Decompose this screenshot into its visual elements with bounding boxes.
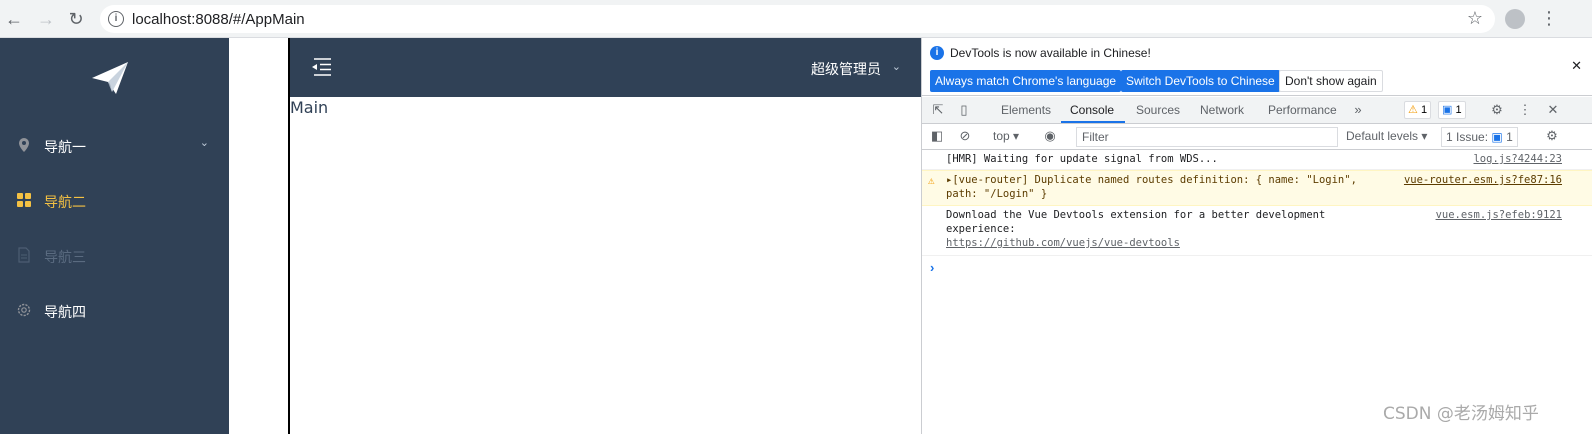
close-icon[interactable]: ✕ — [1571, 58, 1582, 74]
app-page: 导航一 ⌄ 导航二 导航三 导航四 超级管理员 ⌄ Main — [0, 38, 921, 434]
more-tabs-icon[interactable]: » — [1350, 102, 1366, 118]
top-header: 超级管理员 ⌄ — [290, 38, 921, 97]
console-output: [HMR] Waiting for update signal from WDS… — [922, 150, 1592, 278]
browser-toolbar: ← → ↻ i localhost:8088/#/AppMain ☆ ⋮ — [0, 0, 1592, 38]
message-count: 1 — [1455, 104, 1462, 116]
message-body: Download the Vue Devtools extension for … — [946, 209, 1326, 235]
log-levels-value: Default levels — [1346, 129, 1419, 143]
sidebar-item-nav4[interactable]: 导航四 — [0, 283, 229, 338]
message-source-link[interactable]: vue-router.esm.js?fe87:16 — [1404, 173, 1562, 187]
dont-show-again-button[interactable]: Don't show again — [1279, 70, 1383, 92]
issues-count: 1 — [1506, 130, 1513, 144]
sidebar-item-label: 导航四 — [44, 305, 86, 321]
url-text: localhost:8088/#/AppMain — [132, 11, 305, 28]
context-selector[interactable]: top ▾ — [993, 129, 1019, 143]
sidebar-item-nav3: 导航三 — [0, 228, 229, 283]
main-container: 超级管理员 ⌄ Main — [288, 38, 921, 434]
eye-icon[interactable]: ◉ — [1042, 128, 1058, 144]
sidebar-item-label: 导航二 — [44, 195, 86, 211]
chevron-down-icon[interactable]: ⌄ — [892, 60, 901, 73]
tab-console[interactable]: Console — [1070, 103, 1114, 117]
filter-input[interactable]: Filter — [1076, 127, 1338, 147]
address-bar[interactable]: i localhost:8088/#/AppMain ☆ — [100, 5, 1495, 33]
user-dropdown[interactable]: 超级管理员 — [811, 59, 881, 79]
chevron-down-icon: ⌄ — [199, 137, 209, 149]
infobar-message: DevTools is now available in Chinese! — [950, 46, 1151, 60]
inspect-element-icon[interactable]: ⇱ — [930, 102, 946, 118]
paper-plane-logo-icon — [92, 62, 128, 94]
active-tab-indicator — [1061, 121, 1125, 123]
info-icon: i — [930, 46, 944, 60]
warnings-badge[interactable]: ⚠ 1 — [1404, 101, 1432, 119]
location-icon — [19, 138, 29, 152]
reload-icon[interactable]: ↻ — [66, 9, 86, 29]
profile-avatar[interactable] — [1505, 9, 1525, 29]
devtools-menu-icon[interactable]: ⋮ — [1517, 102, 1533, 118]
devtools-tabbar: ⇱ ▯ Elements Console Sources Network Per… — [922, 97, 1592, 124]
browser-menu-icon[interactable]: ⋮ — [1540, 8, 1558, 29]
always-match-language-button[interactable]: Always match Chrome's language — [930, 70, 1122, 92]
switch-to-chinese-button[interactable]: Switch DevTools to Chinese — [1121, 70, 1280, 92]
language-infobar: i DevTools is now available in Chinese! … — [922, 38, 1592, 96]
clear-console-icon[interactable]: ⊘ — [957, 128, 973, 144]
watermark: CSDN @老汤姆知乎 — [1383, 404, 1539, 424]
tab-network[interactable]: Network — [1200, 103, 1244, 117]
message-source-link[interactable]: log.js?4244:23 — [1473, 152, 1562, 166]
sidebar-item-label: 导航三 — [44, 250, 86, 266]
console-message: [HMR] Waiting for update signal from WDS… — [922, 150, 1592, 170]
sidebar-toggle-icon[interactable]: ◧ — [929, 128, 945, 144]
console-prompt[interactable]: › — [922, 256, 1592, 278]
log-levels-dropdown[interactable]: Default levels ▾ — [1346, 129, 1427, 143]
message-source-link[interactable]: vue.esm.js?efeb:9121 — [1436, 208, 1562, 222]
device-toolbar-icon[interactable]: ▯ — [956, 102, 972, 118]
warning-icon: ⚠ — [1408, 104, 1418, 116]
sidebar: 导航一 ⌄ 导航二 导航三 导航四 — [0, 38, 229, 434]
console-warning-message[interactable]: ⚠ ▸[vue-router] Duplicate named routes d… — [922, 170, 1592, 206]
gear-icon — [17, 303, 31, 317]
issue-icon: ▣ — [1491, 130, 1503, 144]
document-icon — [18, 247, 30, 263]
settings-gear-icon[interactable]: ⚙ — [1489, 102, 1505, 118]
content-gap — [229, 38, 288, 434]
collapse-menu-icon[interactable] — [310, 57, 332, 77]
close-devtools-icon[interactable]: ✕ — [1545, 102, 1561, 118]
sidebar-item-nav1[interactable]: 导航一 ⌄ — [0, 118, 229, 173]
back-icon[interactable]: ← — [4, 9, 24, 29]
tab-performance[interactable]: Performance — [1268, 103, 1337, 117]
prompt-chevron-icon: › — [930, 260, 935, 275]
devtools-panel: i DevTools is now available in Chinese! … — [921, 38, 1592, 434]
issues-label: 1 Issue: — [1446, 130, 1489, 144]
site-info-icon[interactable]: i — [108, 11, 124, 27]
message-icon: ▣ — [1442, 104, 1453, 116]
tab-elements[interactable]: Elements — [1001, 103, 1051, 117]
bookmark-star-icon[interactable]: ☆ — [1467, 8, 1483, 29]
issues-button[interactable]: 1 Issue: ▣ 1 — [1441, 127, 1518, 147]
forward-icon[interactable]: → — [36, 9, 56, 29]
messages-badge[interactable]: ▣ 1 — [1438, 101, 1466, 119]
devtools-link[interactable]: https://github.com/vuejs/vue-devtools — [946, 237, 1180, 249]
grid-icon — [17, 193, 31, 207]
console-settings-icon[interactable]: ⚙ — [1544, 128, 1560, 144]
tab-sources[interactable]: Sources — [1136, 103, 1180, 117]
context-value: top — [993, 129, 1010, 143]
sidebar-item-label: 导航一 — [44, 140, 86, 156]
warning-count: 1 — [1420, 104, 1428, 116]
console-message: Download the Vue Devtools extension for … — [922, 206, 1592, 256]
console-filter-bar: ◧ ⊘ top ▾ ◉ Filter Default levels ▾ 1 Is… — [922, 124, 1592, 150]
warning-icon: ⚠ — [928, 174, 935, 187]
main-content-text: Main — [290, 98, 329, 117]
sidebar-item-nav2[interactable]: 导航二 — [0, 173, 229, 228]
